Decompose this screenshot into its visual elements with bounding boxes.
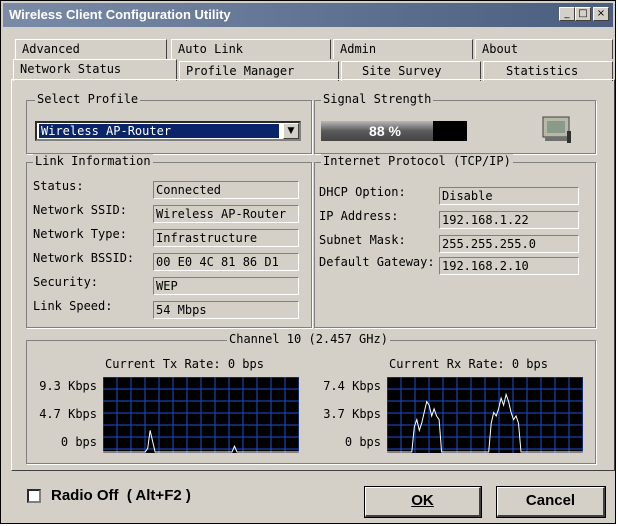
- window-title: Wireless Client Configuration Utility: [9, 7, 231, 22]
- tab-label: Statistics: [506, 64, 579, 78]
- network-bssid-label: Network BSSID:: [33, 251, 135, 265]
- tx-rate-title: Current Tx Rate: 0 bps: [105, 357, 264, 371]
- link-speed-value: 54 Mbps: [153, 301, 299, 319]
- tab-auto-link[interactable]: Auto Link: [171, 39, 331, 59]
- tab-label: About: [482, 42, 519, 56]
- default-gateway-value: 192.168.2.10: [439, 257, 579, 275]
- network-bssid-value: 00 E0 4C 81 86 D1: [153, 253, 299, 271]
- minimize-button[interactable]: _: [559, 7, 575, 21]
- tab-label: Profile Manager: [186, 64, 295, 78]
- ok-button[interactable]: OK: [364, 486, 482, 518]
- tx-rate-graph: [103, 377, 299, 453]
- tab-label: Site Survey: [362, 64, 442, 78]
- status-label: Status:: [33, 179, 84, 193]
- profile-selected-value: Wireless AP-Router: [39, 124, 279, 138]
- tcpip-label: Internet Protocol (TCP/IP): [321, 154, 513, 168]
- channel-group: Channel 10 (2.457 GHz) Current Tx Rate: …: [26, 332, 596, 464]
- tab-statistics[interactable]: Statistics: [483, 61, 613, 81]
- tab-about[interactable]: About: [475, 39, 613, 59]
- cancel-button[interactable]: Cancel: [496, 486, 606, 518]
- dhcp-option-label: DHCP Option:: [319, 185, 406, 199]
- subnet-mask-value: 255.255.255.0: [439, 235, 579, 253]
- select-profile-group: Select Profile Wireless AP-Router ▼: [26, 92, 312, 154]
- network-type-label: Network Type:: [33, 227, 127, 241]
- signal-strength-label: Signal Strength: [321, 92, 434, 106]
- security-value: WEP: [153, 277, 299, 295]
- link-information-group: Link Information Status: Connected Netwo…: [26, 154, 312, 328]
- signal-strength-group: Signal Strength 88 %: [314, 92, 596, 154]
- tx-y-label-mid: 4.7 Kbps: [39, 407, 97, 421]
- title-bar[interactable]: Wireless Client Configuration Utility _ …: [3, 3, 613, 27]
- tab-advanced[interactable]: Advanced: [15, 39, 167, 59]
- cancel-button-label: Cancel: [525, 492, 576, 509]
- chevron-down-icon[interactable]: ▼: [283, 123, 299, 139]
- link-speed-label: Link Speed:: [33, 299, 113, 313]
- tab-profile-manager[interactable]: Profile Manager: [179, 61, 339, 81]
- close-button[interactable]: ×: [593, 7, 609, 21]
- network-status-panel: Select Profile Wireless AP-Router ▼ Sign…: [11, 79, 615, 471]
- channel-label: Channel 10 (2.457 GHz): [227, 332, 390, 346]
- tab-label: Advanced: [22, 42, 80, 56]
- profile-dropdown[interactable]: Wireless AP-Router ▼: [35, 121, 301, 141]
- status-value: Connected: [153, 181, 299, 199]
- dhcp-option-value: Disable: [439, 187, 579, 205]
- tcpip-group: Internet Protocol (TCP/IP) DHCP Option: …: [314, 154, 596, 328]
- app-window: Wireless Client Configuration Utility _ …: [0, 0, 616, 524]
- link-information-label: Link Information: [33, 154, 153, 168]
- rx-y-label-mid: 3.7 Kbps: [323, 407, 381, 421]
- subnet-mask-label: Subnet Mask:: [319, 233, 406, 247]
- security-label: Security:: [33, 275, 99, 289]
- ip-address-label: IP Address:: [319, 209, 399, 223]
- radio-off-checkbox[interactable]: [27, 489, 41, 503]
- signal-percentage: 88 %: [369, 123, 401, 139]
- ok-button-label: OK: [411, 492, 434, 509]
- network-card-icon: [542, 116, 571, 143]
- rx-rate-graph: [387, 377, 583, 453]
- tx-y-label-bottom: 0 bps: [60, 435, 97, 449]
- radio-off-label[interactable]: Radio Off ( Alt+F2 ): [51, 487, 191, 504]
- signal-meter: 88 %: [321, 121, 467, 141]
- tab-label: Auto Link: [178, 42, 244, 56]
- tab-site-survey[interactable]: Site Survey: [341, 61, 481, 81]
- rx-rate-title: Current Rx Rate: 0 bps: [389, 357, 548, 371]
- network-ssid-value: Wireless AP-Router: [153, 205, 299, 223]
- tab-admin[interactable]: Admin: [333, 39, 473, 59]
- tx-y-label-top: 9.3 Kbps: [39, 379, 97, 393]
- tab-label: Admin: [340, 42, 377, 56]
- ip-address-value: 192.168.1.22: [439, 211, 579, 229]
- tab-network-status[interactable]: Network Status: [13, 59, 177, 81]
- default-gateway-label: Default Gateway:: [319, 255, 435, 269]
- select-profile-label: Select Profile: [35, 92, 141, 106]
- maximize-button[interactable]: □: [575, 7, 591, 21]
- rx-y-label-top: 7.4 Kbps: [323, 379, 381, 393]
- rx-y-label-bottom: 0 bps: [344, 435, 381, 449]
- network-type-value: Infrastructure: [153, 229, 299, 247]
- network-ssid-label: Network SSID:: [33, 203, 127, 217]
- tab-label: Network Status: [20, 62, 122, 76]
